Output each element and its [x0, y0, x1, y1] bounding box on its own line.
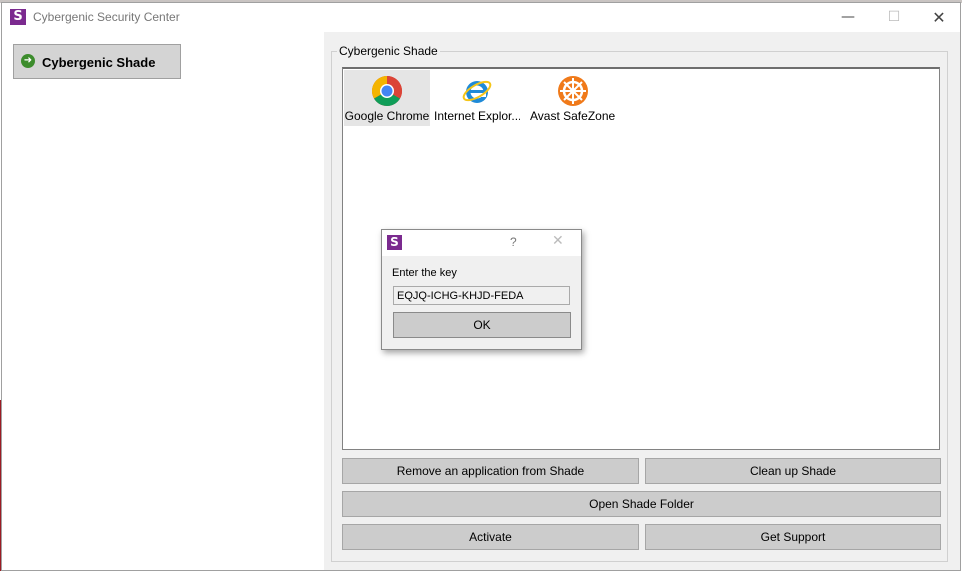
arrow-right-circle-icon: ➜ [21, 54, 35, 68]
sidebar: ➜ Cybergenic Shade [2, 32, 324, 570]
dialog-close-button[interactable]: ✕ [552, 233, 564, 249]
avast-safezone-icon [558, 76, 588, 106]
internet-explorer-icon [462, 80, 492, 103]
title-bar[interactable]: S Cybergenic Security Center — ☐ ✕ [2, 3, 960, 32]
app-logo-icon: S [10, 9, 26, 25]
app-label: Google Chrome [344, 109, 430, 123]
app-label: Avast SafeZone ... [530, 109, 616, 123]
dialog-logo-icon: S [387, 235, 402, 250]
open-shade-folder-button[interactable]: Open Shade Folder [342, 491, 941, 517]
sidebar-item-label: Cybergenic Shade [42, 55, 156, 70]
groupbox-title: Cybergenic Shade [337, 44, 440, 58]
chrome-icon [371, 76, 403, 107]
clean-up-shade-button[interactable]: Clean up Shade [645, 458, 941, 484]
dialog-title-bar[interactable]: S ? ✕ [382, 230, 581, 256]
key-input[interactable] [393, 286, 570, 305]
minimize-button[interactable]: — [825, 3, 871, 32]
enter-key-dialog: S ? ✕ Enter the key OK [381, 229, 582, 350]
window-title: Cybergenic Security Center [33, 10, 180, 24]
activate-button[interactable]: Activate [342, 524, 639, 550]
list-item-avast-safezone[interactable]: Avast SafeZone ... [530, 70, 616, 126]
maximize-button[interactable]: ☐ [871, 3, 917, 32]
get-support-button[interactable]: Get Support [645, 524, 941, 550]
app-label: Internet Explor... [434, 109, 520, 123]
ok-button[interactable]: OK [393, 312, 571, 338]
sidebar-item-cybergenic-shade[interactable]: ➜ Cybergenic Shade [13, 44, 181, 79]
dialog-help-button[interactable]: ? [510, 235, 517, 249]
list-item-google-chrome[interactable]: Google Chrome [344, 70, 430, 126]
close-button[interactable]: ✕ [916, 3, 962, 32]
list-item-internet-explorer[interactable]: Internet Explor... [434, 70, 520, 126]
remove-application-button[interactable]: Remove an application from Shade [342, 458, 639, 484]
dialog-prompt-label: Enter the key [392, 267, 457, 279]
